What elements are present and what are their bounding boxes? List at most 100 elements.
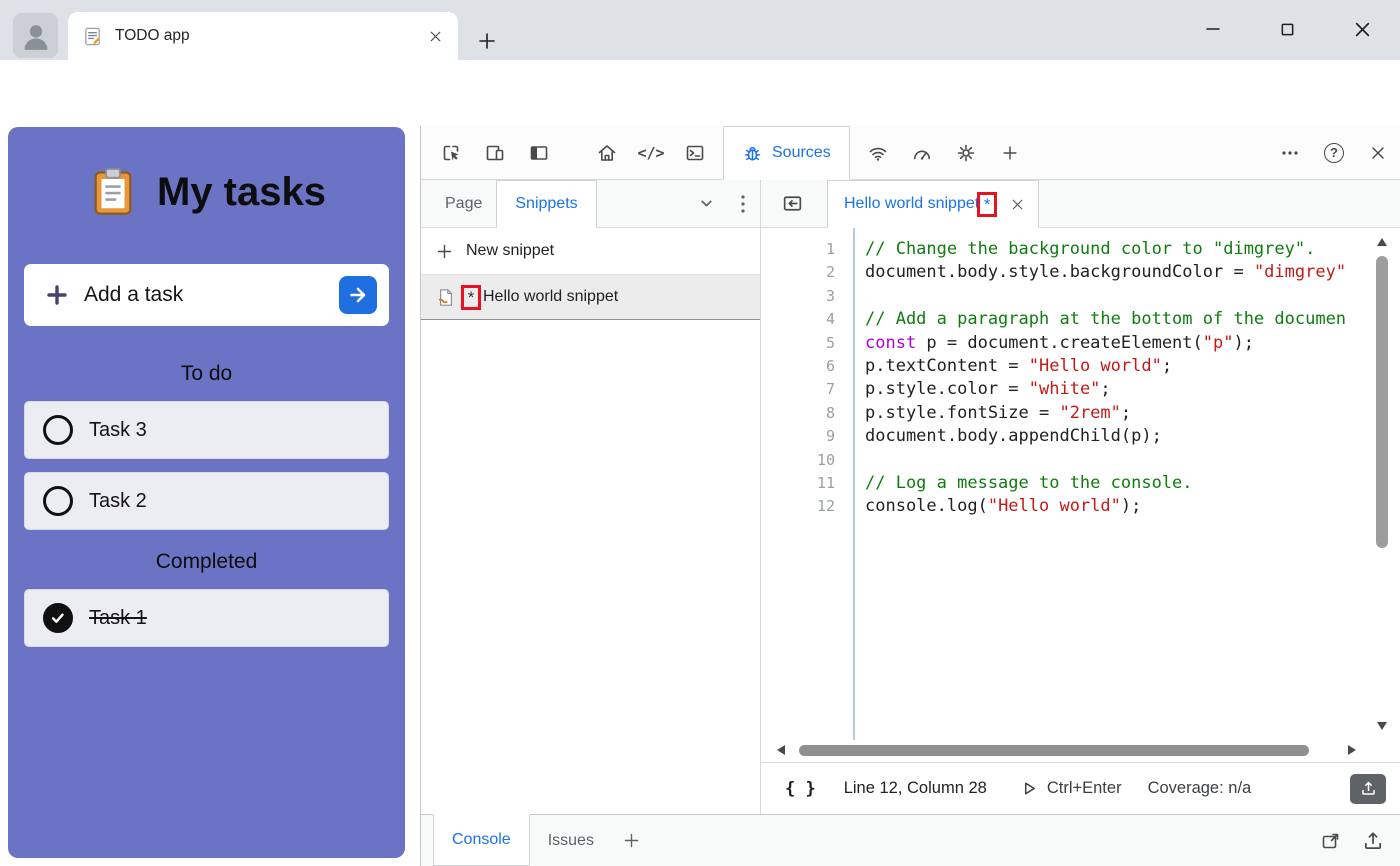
snippet-item-hello-world[interactable]: * Hello world snippet [421,275,760,320]
cursor-position: Line 12, Column 28 [844,779,987,798]
page-content: My tasks Add a task To do Task 3 [0,126,1400,866]
tab-strip: TODO app [0,0,1400,60]
close-devtools-icon[interactable] [1356,133,1400,173]
open-in-new-icon[interactable] [1320,830,1342,852]
run-shortcut-label: Ctrl+Enter [1047,779,1122,798]
application-gear-icon[interactable] [944,133,988,173]
task-label: Task 3 [89,419,147,442]
unsaved-marker: * [468,289,475,306]
inspect-icon[interactable] [429,133,473,173]
more-options-icon[interactable] [740,193,746,215]
editor-status-bar: { } Line 12, Column 28 Ctrl+Enter Covera… [761,762,1400,814]
vertical-scrollbar[interactable] [1374,234,1390,734]
export-button[interactable] [1350,774,1386,804]
tab-title: TODO app [115,27,427,45]
welcome-tab-icon[interactable] [585,133,629,173]
navigator-toggle-icon[interactable] [773,186,811,222]
arrow-right-icon [347,284,369,306]
task-checkbox-checked[interactable] [43,603,73,633]
elements-tab-icon[interactable]: </> [629,133,673,173]
tab-sources[interactable]: Sources [723,126,850,180]
devtools-main: Page Snippets New snippet [421,180,1400,814]
navigator-tabs: Page Snippets [421,180,760,228]
coverage-label: Coverage: n/a [1148,779,1252,798]
network-icon[interactable] [856,133,900,173]
scroll-right-icon[interactable] [1348,745,1356,755]
scroll-up-icon[interactable] [1377,238,1387,246]
close-tab-icon[interactable] [427,28,444,45]
add-task-input[interactable]: Add a task [24,264,389,326]
devtools-toolbar: </> Sources [421,126,1400,180]
task-item: Task 3 [24,401,389,459]
help-icon[interactable]: ? [1312,133,1356,173]
upload-icon [1360,780,1377,797]
annotation-box-unsaved-list: * [461,285,481,310]
task-label: Task 2 [89,490,147,513]
console-drawer: Console Issues [421,814,1400,866]
close-editor-tab-icon[interactable] [1009,196,1026,213]
run-snippet-hint: Ctrl+Enter [1021,779,1122,798]
snippets-tab-label: Snippets [515,195,577,213]
task-checkbox[interactable] [43,486,73,516]
maximize-button[interactable] [1250,0,1325,58]
tab-page[interactable]: Page [435,195,492,213]
browser-window: TODO app [0,0,1400,866]
new-tab-button[interactable] [472,26,502,56]
add-task-submit-button[interactable] [339,276,377,314]
drawer-actions [1320,830,1384,852]
console-tab-icon[interactable] [673,133,717,173]
unsaved-marker: * [984,196,991,213]
code-editor[interactable]: 1 2 3 4 5 6 7 8 9 10 11 12 [761,228,1400,740]
navigation-bar: https://microsoftedge.github.io/Demos/de… [0,60,1400,126]
task-item: Task 2 [24,472,389,530]
editor-tab-title: Hello world snippet [844,195,979,213]
tab-issues[interactable]: Issues [530,832,612,850]
tab-snippets[interactable]: Snippets [496,180,596,228]
pretty-print-button[interactable]: { } [785,779,816,799]
task-label: Task 1 [89,607,147,630]
profile-avatar[interactable] [13,13,58,58]
vertical-scrollbar-thumb[interactable] [1376,256,1388,548]
browser-tab-todo-app[interactable]: TODO app [68,12,458,60]
horizontal-scrollbar-thumb[interactable] [799,745,1309,756]
add-drawer-tab-icon[interactable] [622,831,641,850]
new-snippet-label: New snippet [466,242,554,260]
minimize-button[interactable] [1175,0,1250,58]
device-emulation-icon[interactable] [473,133,517,173]
annotation-box-unsaved-tab: * [977,192,997,217]
editor-pane: Hello world snippet * 1 2 [761,180,1400,814]
customize-devtools-icon[interactable] [1268,133,1312,173]
completed-section-heading: Completed [8,550,405,576]
snippet-file-icon [437,287,455,308]
todo-app-title: My tasks [157,170,326,215]
tab-console[interactable]: Console [433,814,530,866]
line-number-gutter[interactable]: 1 2 3 4 5 6 7 8 9 10 11 12 [761,228,853,740]
performance-icon[interactable] [900,133,944,173]
person-icon [19,19,53,53]
todo-header: My tasks [8,159,405,225]
sources-tab-label: Sources [772,144,831,162]
more-tools-add-icon[interactable] [988,133,1032,173]
chevron-down-icon[interactable] [699,196,714,211]
scroll-down-icon[interactable] [1377,722,1387,730]
task-checkbox[interactable] [43,415,73,445]
horizontal-scrollbar[interactable] [761,740,1400,762]
checkmark-icon [49,609,67,627]
new-snippet-button[interactable]: New snippet [421,228,760,275]
clipboard-icon [87,166,139,218]
window-controls [1175,0,1400,58]
navigator-pane: Page Snippets New snippet [421,180,761,814]
code-content: // Change the background color to "dimgr… [853,228,1400,740]
console-tab-label: Console [452,831,511,849]
task-item-completed: Task 1 [24,589,389,647]
devtools-panel: </> Sources [420,126,1400,866]
add-task-label: Add a task [84,283,183,307]
export-console-icon[interactable] [1362,830,1384,852]
close-window-button[interactable] [1325,0,1400,58]
todo-app-panel: My tasks Add a task To do Task 3 [8,127,405,858]
scroll-left-icon[interactable] [777,745,785,755]
editor-tab-hello-world-snippet[interactable]: Hello world snippet * [827,180,1039,228]
panel-layout-icon[interactable] [517,133,561,173]
editor-tab-bar: Hello world snippet * [761,180,1400,228]
tab-favicon-icon [82,26,103,47]
